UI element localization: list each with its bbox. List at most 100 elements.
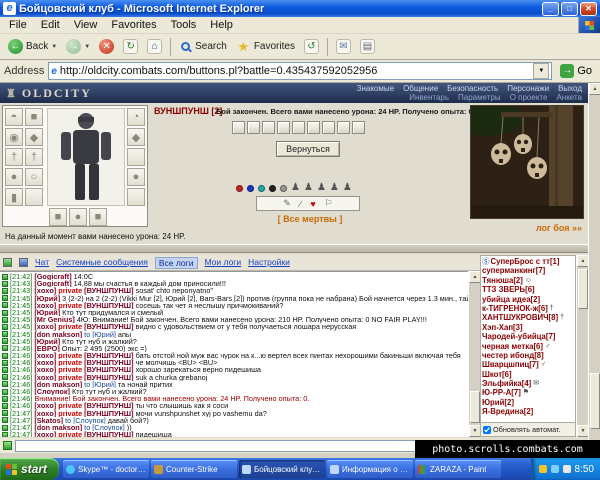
battle-log-link[interactable]: лог боя »» (536, 223, 582, 233)
chat-tab-0[interactable]: Чат (35, 257, 49, 269)
close-button[interactable]: ✕ (580, 2, 597, 16)
user-list-item[interactable]: Шкот[6] (482, 370, 574, 379)
inventory-slot[interactable]: ◆ (25, 128, 43, 146)
chat-send-icon[interactable] (3, 441, 12, 450)
volume-icon[interactable] (563, 465, 571, 473)
inventory-slot[interactable]: ○ (25, 168, 43, 186)
inventory-slot[interactable]: ◆ (127, 128, 145, 146)
user-list-item[interactable]: Эльфийка[4]✉ (482, 379, 574, 388)
inventory-slot[interactable]: ■ (49, 208, 67, 226)
nav1-item-4[interactable]: Выход (558, 84, 582, 93)
nav2-item-3[interactable]: Анкета (556, 93, 582, 102)
inventory-slot[interactable]: ■ (25, 108, 43, 126)
scroll-up-icon[interactable]: ▲ (589, 83, 600, 95)
chat-scrollbar[interactable]: ▲ ▼ (468, 271, 480, 437)
inventory-slot[interactable]: ◉ (5, 128, 23, 146)
go-button[interactable]: → Go (556, 63, 596, 79)
forward-dropdown-icon[interactable]: ▼ (84, 44, 90, 50)
mail-button[interactable]: ✉ (332, 37, 355, 56)
zone-dot-2[interactable] (258, 185, 265, 192)
zone-dot-1[interactable] (247, 185, 254, 192)
user-list-item[interactable]: ХАНТШУКРОВИЧ[8]† (482, 313, 574, 322)
menu-edit[interactable]: Edit (34, 18, 67, 32)
menu-help[interactable]: Help (203, 18, 240, 32)
maximize-button[interactable]: □ (561, 2, 578, 16)
refresh-button[interactable]: ↻ (119, 37, 142, 56)
history-button[interactable]: ↺ (300, 37, 323, 56)
action-icon-2[interactable]: ♥ (310, 199, 315, 209)
zone-figure-icon[interactable]: ♟ (343, 183, 352, 193)
inventory-slot[interactable]: † (5, 148, 23, 166)
zone-figure-icon[interactable]: ♟ (291, 183, 300, 193)
back-dropdown-icon[interactable]: ▼ (51, 44, 57, 50)
inventory-slot[interactable]: ▮ (5, 188, 23, 206)
users-scrollbar[interactable]: ▲ ▼ (576, 255, 588, 437)
action-icon-0[interactable]: ✎ (283, 198, 291, 209)
chat-filter-green-icon[interactable] (3, 258, 12, 267)
chat-filter-blue-icon[interactable] (19, 258, 28, 267)
zone-dot-3[interactable] (269, 185, 276, 192)
address-input[interactable] (60, 65, 530, 77)
taskbar-task-2[interactable]: Бойцовский клуб - M... (239, 460, 325, 478)
taskbar-task-0[interactable]: Skype™ - doctoru1 (63, 460, 149, 478)
print-button[interactable]: ▤ (356, 37, 379, 56)
chat-tab-2[interactable]: Все логи (155, 257, 198, 269)
zone-dot-4[interactable] (280, 185, 287, 192)
forward-button[interactable]: → ▼ (62, 37, 94, 56)
user-list-item[interactable]: к-ТИГРЕНОК-ж[6]† (482, 304, 574, 313)
action-icon-3[interactable]: ⚐ (325, 198, 333, 209)
chat-tab-1[interactable]: Системные сообщения (56, 257, 148, 269)
user-list-item[interactable]: Чародей-убийца[7] (482, 332, 574, 341)
inventory-slot[interactable]: ■ (89, 208, 107, 226)
nav1-item-3[interactable]: Персонажи (507, 84, 549, 93)
action-icon-1[interactable]: ∕ (300, 199, 302, 209)
nav1-item-1[interactable]: Общение (403, 84, 438, 93)
back-button[interactable]: ← Back ▼ (4, 37, 61, 56)
nav2-item-1[interactable]: Параметры (458, 93, 501, 102)
user-list-item[interactable]: Юрий[2] (482, 398, 574, 407)
menu-tools[interactable]: Tools (164, 18, 204, 32)
stop-button[interactable]: ✕ (95, 37, 118, 56)
taskbar-task-1[interactable]: Counter-Strike (151, 460, 237, 478)
menu-view[interactable]: View (67, 18, 105, 32)
inventory-slot[interactable] (127, 148, 145, 166)
user-list-item[interactable]: суперманкинг[7] (482, 266, 574, 275)
inventory-slot[interactable]: ● (69, 208, 87, 226)
inventory-slot[interactable]: ● (5, 168, 23, 186)
address-dropdown-icon[interactable]: ▼ (533, 63, 549, 79)
page-scrollbar[interactable]: ▲ ▼ (588, 83, 600, 458)
user-list-item[interactable]: черная метка[6]♂ (482, 342, 574, 351)
user-list-item[interactable]: убийца идеа[2] (482, 295, 574, 304)
zone-dot-0[interactable] (236, 185, 243, 192)
scrollbar-thumb[interactable] (578, 269, 588, 309)
start-button[interactable]: start (0, 458, 59, 480)
user-list-item[interactable]: ТТЗ ЗВЕРЬ[6] (482, 285, 574, 294)
scrollbar-thumb[interactable] (470, 391, 480, 423)
auto-update-checkbox[interactable] (483, 426, 491, 434)
menu-file[interactable]: File (2, 18, 34, 32)
menu-favorites[interactable]: Favorites (104, 18, 163, 32)
return-button[interactable]: Вернуться (276, 141, 340, 157)
search-button[interactable]: Search (175, 38, 231, 55)
zone-figure-icon[interactable]: ♟ (317, 183, 326, 193)
chat-tab-3[interactable]: Мои логи (205, 257, 242, 269)
taskbar-task-3[interactable]: Информация о BUY... (327, 460, 413, 478)
inventory-slot[interactable]: ◔ (127, 108, 145, 126)
chat-input[interactable] (15, 440, 463, 452)
user-list-item[interactable]: ⓈСуперБрос с тт[1] (482, 257, 574, 266)
favorites-button[interactable]: ★ Favorites (232, 37, 299, 56)
user-list-item[interactable]: Тянюша[2]☺ (482, 276, 574, 285)
inventory-slot[interactable] (25, 188, 43, 206)
taskbar-task-4[interactable]: ZARAZA - Paint (415, 460, 501, 478)
user-list-item[interactable]: Шварцшпиц[7]♂ (482, 360, 574, 369)
inventory-slot[interactable] (127, 188, 145, 206)
inventory-slot[interactable]: ◓ (5, 108, 23, 126)
nav1-item-2[interactable]: Безопасность (447, 84, 498, 93)
network-icon[interactable] (551, 465, 559, 473)
user-list-item[interactable]: Ю-РР-А[7]⚑ (482, 388, 574, 397)
user-list-item[interactable]: Хэп-Хап[3] (482, 323, 574, 332)
user-list-item[interactable]: Я-Вредина[2] (482, 407, 574, 416)
scrollbar-thumb[interactable] (590, 373, 600, 429)
shield-icon[interactable] (539, 465, 547, 473)
zone-figure-icon[interactable]: ♟ (304, 183, 313, 193)
